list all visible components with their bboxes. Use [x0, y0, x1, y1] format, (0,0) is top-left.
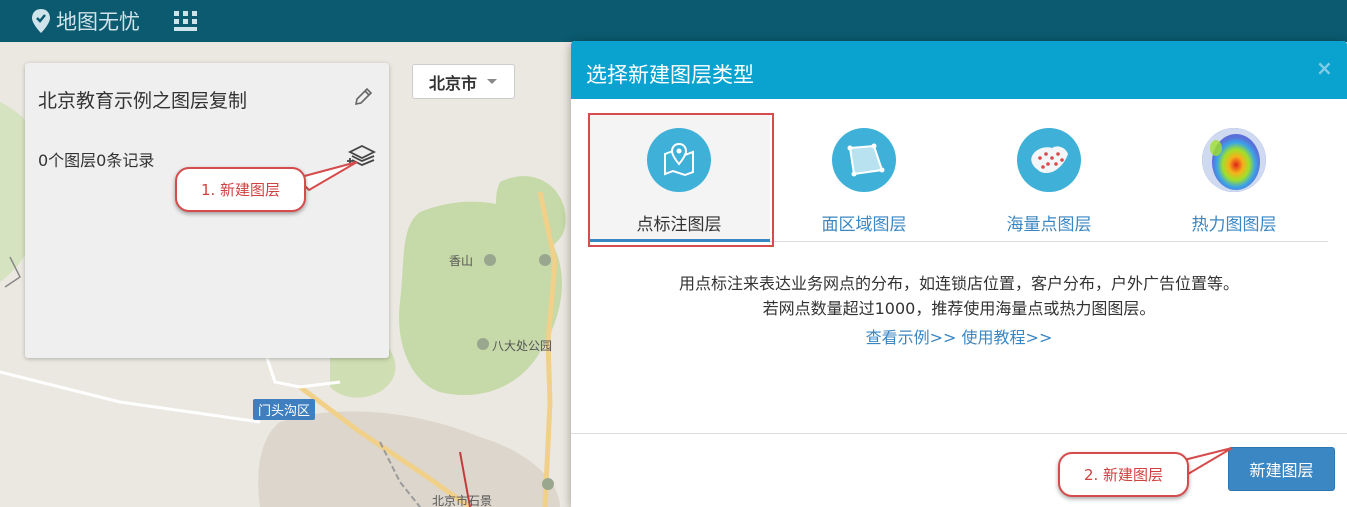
close-icon[interactable]: × — [1316, 58, 1333, 78]
description-line1: 用点标注来表达业务网点的分布，如连锁店位置，客户分布，户外广告位置等。 — [678, 274, 1239, 293]
layer-type-heatmap[interactable]: 热力图图层 — [1143, 114, 1325, 242]
callout-step1-text: 1. 新建图层 — [200, 181, 281, 199]
map-label-xiangshan: 香山 — [449, 254, 474, 268]
selected-type-highlight — [588, 113, 774, 247]
callout-step2: 2. 新建图层 — [1058, 452, 1189, 497]
tutorial-link[interactable]: 使用教程>> — [962, 328, 1053, 347]
layer-type-massive-circle — [1017, 128, 1081, 192]
new-layer-dialog: 选择新建图层类型 × 点标注图层 面区域图层 海量点图层 热力图图层 用点标注来… — [571, 41, 1347, 507]
dialog-footer-divider — [571, 433, 1347, 434]
callout-pointer — [1182, 447, 1233, 476]
layer-type-area[interactable]: 面区域图层 — [773, 114, 955, 242]
china-dots-icon — [1031, 146, 1068, 173]
callout-step2-text: 2. 新建图层 — [1083, 466, 1164, 484]
layer-type-massive-points[interactable]: 海量点图层 — [958, 114, 1140, 242]
description-line2: 若网点数量超过1000，推荐使用海量点或热力图图层。 — [762, 299, 1156, 318]
layer-type-area-circle — [832, 128, 896, 192]
city-select[interactable]: 北京市 — [412, 64, 515, 99]
layer-record-count: 0个图层0条记录 — [38, 151, 155, 170]
layer-type-massive-label: 海量点图层 — [1006, 215, 1092, 235]
heatmap-icon — [1202, 128, 1266, 192]
app-logo-text: 地图无忧 — [56, 10, 140, 34]
layer-type-heatmap-circle — [1202, 128, 1266, 192]
layer-type-area-label: 面区域图层 — [821, 215, 907, 235]
create-layer-button[interactable]: 新建图层 — [1228, 447, 1335, 491]
district-badge: 门头沟区 — [253, 399, 316, 420]
map-label-badachu: 八大处公园 — [492, 339, 553, 353]
pencil-edit-icon[interactable] — [352, 86, 374, 108]
city-select-value: 北京市 — [429, 73, 478, 93]
layer-type-heatmap-label: 热力图图层 — [1191, 215, 1277, 235]
help-links: 查看示例>> 使用教程>> — [571, 324, 1347, 348]
project-title: 北京教育示例之图层复制 — [38, 90, 248, 112]
view-example-link[interactable]: 查看示例>> — [866, 328, 957, 347]
layer-type-description: 用点标注来表达业务网点的分布，如连锁店位置，客户分布，户外广告位置等。 若网点数… — [571, 271, 1347, 321]
dialog-header: 选择新建图层类型 × — [571, 41, 1347, 99]
map-label-shijingshan: 北京市石景 — [432, 494, 493, 507]
top-bar: 地图无忧 — [0, 0, 1347, 42]
polygon-area-icon — [847, 143, 885, 177]
app-logo[interactable]: 地图无忧 — [30, 6, 140, 36]
callout-step1: 1. 新建图层 — [175, 167, 306, 212]
chevron-down-icon — [487, 79, 498, 84]
apps-grid-icon[interactable] — [172, 9, 200, 33]
location-pin-icon — [32, 9, 50, 33]
dialog-title: 选择新建图层类型 — [586, 63, 754, 87]
